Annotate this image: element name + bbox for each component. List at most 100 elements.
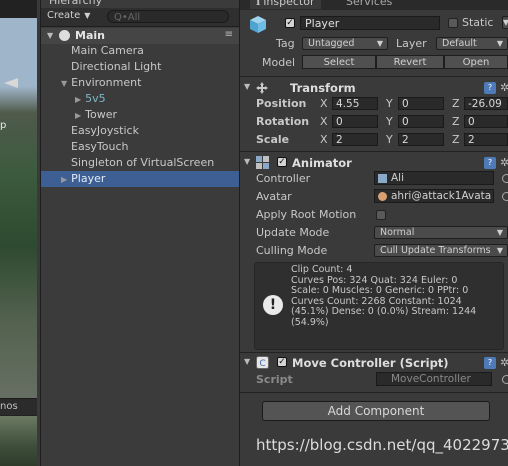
culling-mode-label: Culling Mode bbox=[256, 244, 328, 257]
apply-root-motion-label: Apply Root Motion bbox=[256, 208, 357, 221]
collapse-triangle-icon[interactable]: ▶ bbox=[75, 95, 81, 104]
rotation-label: Rotation bbox=[256, 115, 310, 128]
tab-services[interactable]: Services bbox=[340, 0, 398, 9]
axis-x-label: X bbox=[320, 97, 328, 110]
create-dropdown[interactable]: Create ▼ bbox=[47, 10, 90, 21]
layer-value: Default bbox=[442, 38, 477, 49]
help-icon[interactable]: ? bbox=[484, 82, 496, 94]
scene-bottom-tabbar[interactable]: nos bbox=[0, 398, 37, 415]
hierarchy-item-directional-light[interactable]: Directional Light bbox=[71, 59, 161, 75]
position-y-field[interactable]: 0 bbox=[398, 97, 444, 110]
animator-header[interactable]: ▼ ✓ Animator ? ✲ bbox=[240, 155, 508, 171]
move-controller-enabled-checkbox[interactable]: ✓ bbox=[277, 357, 287, 367]
static-dropdown[interactable]: ▼ bbox=[502, 16, 508, 29]
model-open-button[interactable]: Open bbox=[444, 55, 508, 69]
hierarchy-item-easytouch[interactable]: EasyTouch bbox=[71, 139, 129, 155]
fold-triangle-icon[interactable]: ▼ bbox=[244, 357, 250, 366]
transform-icon bbox=[256, 82, 268, 94]
controller-field[interactable]: Ali bbox=[374, 171, 494, 185]
avatar-field[interactable]: ahri@attack1Avata bbox=[374, 189, 494, 203]
axis-z-label: Z bbox=[452, 133, 460, 146]
gear-icon[interactable]: ✲ bbox=[500, 357, 508, 368]
chevron-down-icon: ▼ bbox=[376, 39, 383, 48]
help-icon[interactable]: ? bbox=[484, 157, 496, 169]
scale-y-field[interactable]: 2 bbox=[398, 133, 444, 146]
fold-triangle-icon[interactable]: ▼ bbox=[244, 82, 250, 91]
apply-root-motion-checkbox[interactable] bbox=[376, 210, 386, 220]
hierarchy-item-5v5[interactable]: ▶ 5v5 bbox=[75, 91, 106, 107]
object-name-field[interactable]: Player bbox=[300, 16, 440, 30]
chevron-down-icon: ▼ bbox=[496, 246, 503, 255]
rotation-z-field[interactable]: 0 bbox=[464, 115, 508, 128]
chevron-down-icon: ▼ bbox=[496, 228, 503, 237]
expand-triangle-icon[interactable]: ▼ bbox=[47, 31, 53, 40]
help-icon[interactable]: ? bbox=[484, 357, 496, 369]
gameobject-cube-icon bbox=[250, 16, 266, 33]
collapse-triangle-icon[interactable]: ▶ bbox=[75, 111, 81, 120]
add-component-button[interactable]: Add Component bbox=[262, 401, 490, 421]
hierarchy-item-singleton-virtualscreen[interactable]: Singleton of VirtualScreen bbox=[71, 155, 214, 171]
divider bbox=[240, 151, 508, 152]
move-controller-header[interactable]: ▼ C ✓ Move Controller (Script) ? ✲ bbox=[240, 355, 508, 371]
hierarchy-item-label: Tower bbox=[85, 108, 118, 121]
animator-info-box: ! Clip Count: 4 Curves Pos: 324 Quat: 32… bbox=[254, 262, 504, 350]
divider bbox=[240, 392, 508, 393]
scale-x-field[interactable]: 2 bbox=[332, 133, 378, 146]
layer-dropdown[interactable]: Default ▼ bbox=[436, 37, 508, 50]
scene-view[interactable]: p nos bbox=[0, 0, 37, 466]
object-picker-icon[interactable] bbox=[502, 192, 508, 201]
culling-mode-dropdown[interactable]: Cull Update Transforms ▼ bbox=[374, 244, 508, 257]
animator-controller-icon bbox=[378, 174, 387, 183]
collapse-triangle-icon[interactable]: ▶ bbox=[61, 175, 67, 184]
scene-bottom-tab[interactable]: nos bbox=[0, 401, 18, 412]
scene-name: Main bbox=[75, 29, 105, 42]
game-viewport[interactable] bbox=[0, 416, 37, 466]
fold-triangle-icon[interactable]: ▼ bbox=[244, 157, 250, 166]
animator-title: Animator bbox=[292, 156, 352, 170]
hierarchy-tab[interactable]: Hierarchy bbox=[41, 0, 111, 8]
tag-dropdown[interactable]: Untagged ▼ bbox=[302, 37, 388, 50]
hierarchy-item-tower[interactable]: ▶ Tower bbox=[75, 107, 117, 123]
unity-scene-icon bbox=[59, 30, 70, 41]
controller-value: Ali bbox=[391, 172, 405, 184]
object-picker-icon[interactable] bbox=[502, 174, 508, 183]
inspector-tabbar: ℹ Inspector Services bbox=[240, 0, 508, 10]
static-checkbox[interactable] bbox=[448, 18, 458, 28]
gear-icon[interactable]: ✲ bbox=[500, 82, 508, 93]
hierarchy-search-input[interactable]: Q•All bbox=[107, 10, 229, 23]
scene-viewport[interactable] bbox=[0, 18, 37, 398]
scene-side-label: p bbox=[0, 120, 7, 131]
tag-value: Untagged bbox=[308, 38, 355, 49]
position-label: Position bbox=[256, 97, 307, 110]
expand-triangle-icon[interactable]: ▼ bbox=[61, 79, 67, 88]
animator-info-text: Clip Count: 4 Curves Pos: 324 Quat: 324 … bbox=[291, 264, 477, 328]
scale-z-field[interactable]: 2 bbox=[464, 133, 508, 146]
rotation-y-field[interactable]: 0 bbox=[398, 115, 444, 128]
move-controller-title: Move Controller (Script) bbox=[292, 356, 449, 370]
hierarchy-item-easyjoystick[interactable]: EasyJoystick bbox=[71, 123, 139, 139]
static-label: Static bbox=[462, 16, 494, 29]
scene-menu-icon[interactable]: ≡ bbox=[225, 29, 233, 40]
rotation-x-field[interactable]: 0 bbox=[332, 115, 378, 128]
model-select-button[interactable]: Select bbox=[302, 55, 376, 69]
info-exclamation-icon: ! bbox=[263, 295, 283, 315]
axis-z-label: Z bbox=[452, 115, 460, 128]
hierarchy-item-player[interactable]: ▶ Player bbox=[41, 171, 239, 187]
transform-header[interactable]: ▼ Transform ? ✲ bbox=[240, 80, 508, 96]
update-mode-dropdown[interactable]: Normal ▼ bbox=[374, 226, 508, 239]
hierarchy-item-main-camera[interactable]: Main Camera bbox=[71, 43, 144, 59]
animator-enabled-checkbox[interactable]: ✓ bbox=[277, 157, 287, 167]
inspector-tab-icon: ℹ bbox=[256, 0, 261, 8]
position-z-field[interactable]: -26.09 bbox=[464, 97, 508, 110]
active-checkbox[interactable]: ✓ bbox=[285, 18, 295, 28]
scene-root-row[interactable]: ▼ Main ≡ bbox=[41, 28, 239, 44]
position-x-field[interactable]: 4.55 bbox=[332, 97, 378, 110]
model-revert-button[interactable]: Revert bbox=[376, 55, 444, 69]
hierarchy-panel: Hierarchy Create ▼ Q•All ▼ Main ≡ Main Ca… bbox=[40, 0, 241, 466]
script-label: Script bbox=[256, 373, 293, 386]
gear-icon[interactable]: ✲ bbox=[500, 157, 508, 168]
tab-inspector[interactable]: ℹ Inspector bbox=[250, 0, 321, 9]
object-picker-icon[interactable] bbox=[502, 375, 508, 384]
transform-title: Transform bbox=[290, 81, 356, 95]
hierarchy-item-environment[interactable]: ▼ Environment bbox=[61, 75, 141, 91]
